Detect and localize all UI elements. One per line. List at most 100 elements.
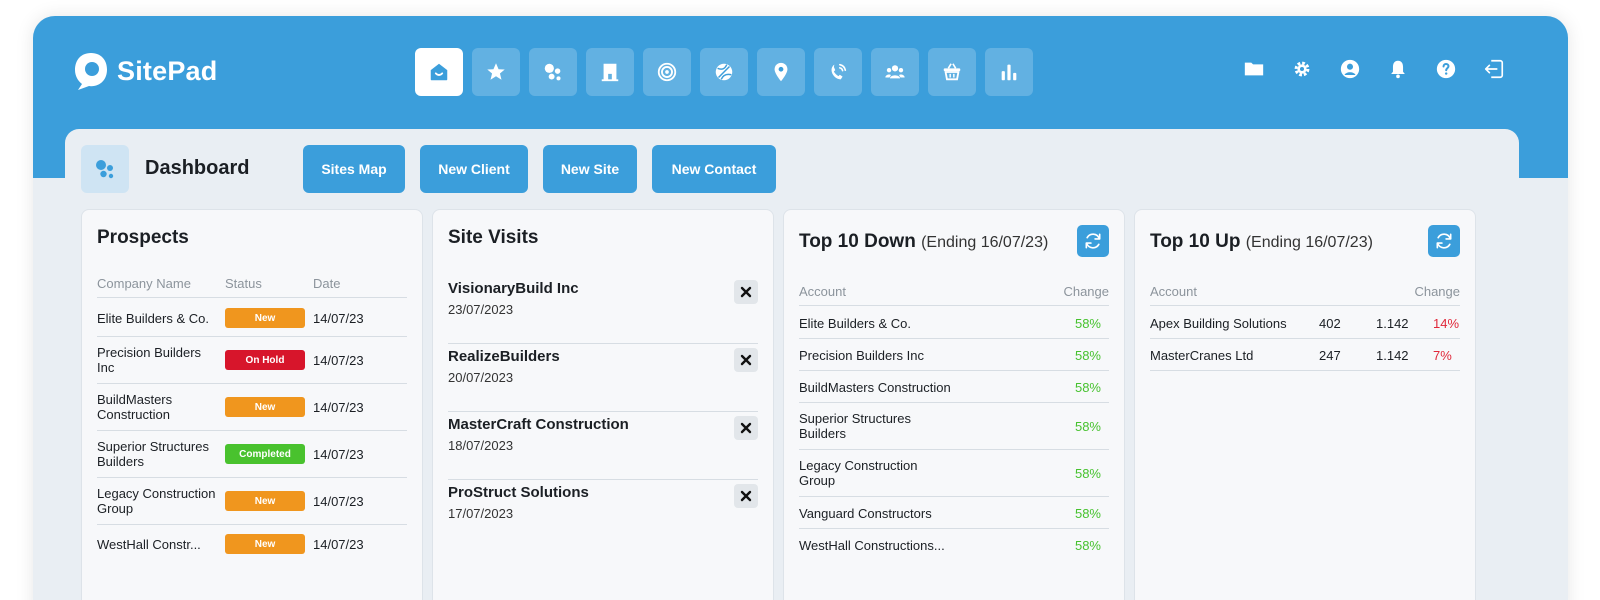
- change-value: 58%: [1074, 506, 1101, 521]
- table-row[interactable]: WestHall Constructions... 58%: [799, 529, 1109, 561]
- table-row[interactable]: Superior Structures Builders Completed 1…: [97, 431, 407, 478]
- dashboard-badge: [81, 145, 129, 193]
- star-icon: [487, 63, 505, 80]
- change-value: 58%: [1074, 538, 1101, 553]
- table-row[interactable]: Precision Builders Inc On Hold 14/07/23: [97, 337, 407, 384]
- files-button[interactable]: [1243, 58, 1265, 80]
- row-date: 14/07/23: [313, 400, 364, 415]
- nav-calls[interactable]: [814, 48, 862, 96]
- table-row[interactable]: Superior Structures Builders 58%: [799, 403, 1109, 450]
- table-row[interactable]: Legacy Construction Group New 14/07/23: [97, 478, 407, 525]
- visit-site-name: RealizeBuilders: [448, 348, 560, 365]
- refresh-button[interactable]: [1428, 225, 1460, 257]
- remove-visit-button[interactable]: [734, 484, 758, 508]
- remove-visit-button[interactable]: [734, 416, 758, 440]
- table-row[interactable]: Legacy Construction Group 58%: [799, 450, 1109, 497]
- nav-buildings[interactable]: [586, 48, 634, 96]
- change-value: 58%: [1074, 348, 1101, 363]
- account-name: BuildMasters Construction: [799, 380, 951, 395]
- top-up-header: Account Change: [1150, 284, 1460, 306]
- list-item[interactable]: MasterCraft Construction 18/07/2023: [448, 412, 758, 480]
- app-name: SitePad: [117, 55, 218, 86]
- building-icon: [601, 63, 619, 82]
- dashboard-icon: [96, 160, 114, 179]
- change-value: 58%: [1074, 316, 1101, 331]
- refresh-button[interactable]: [1077, 225, 1109, 257]
- map-pin-icon: [774, 62, 788, 82]
- site-visits-title: Site Visits: [448, 227, 539, 248]
- account-name: Precision Builders Inc: [799, 348, 924, 363]
- page-title: Dashboard: [145, 157, 250, 179]
- account-name: WestHall Constructions...: [799, 538, 945, 553]
- app-window: SitePad Dashboard Sites Map New Client N…: [33, 16, 1568, 600]
- table-row[interactable]: Elite Builders & Co. 58%: [799, 307, 1109, 339]
- logout-button[interactable]: [1483, 58, 1505, 80]
- status-badge: New: [225, 534, 305, 554]
- table-row[interactable]: Vanguard Constructors 58%: [799, 497, 1109, 529]
- help-button[interactable]: [1435, 58, 1457, 80]
- home-icon: [430, 63, 448, 81]
- company-name: Elite Builders & Co.: [97, 311, 209, 326]
- change-value: 14%: [1433, 316, 1460, 331]
- prospects-card: Prospects Company Name Status Date Elite…: [81, 209, 423, 600]
- list-item[interactable]: RealizeBuilders 20/07/2023: [448, 344, 758, 412]
- logo[interactable]: SitePad: [73, 51, 217, 91]
- notifications-button[interactable]: [1387, 58, 1409, 80]
- close-icon: [740, 422, 752, 434]
- new-site-button[interactable]: New Site: [543, 145, 637, 193]
- row-value-2: 1.142: [1376, 348, 1409, 363]
- sitepad-logo-icon: [75, 53, 107, 90]
- new-client-button[interactable]: New Client: [420, 145, 528, 193]
- column-company: Company Name: [97, 276, 191, 291]
- table-row[interactable]: Elite Builders & Co. New 14/07/23: [97, 299, 407, 337]
- table-row[interactable]: WestHall Constr... New 14/07/23: [97, 525, 407, 563]
- basket-icon: [943, 63, 961, 81]
- nav-reports[interactable]: [985, 48, 1033, 96]
- nav-locations[interactable]: [757, 48, 805, 96]
- table-row[interactable]: BuildMasters Construction New 14/07/23: [97, 384, 407, 431]
- column-change: Change: [1063, 284, 1109, 299]
- column-account: Account: [799, 284, 846, 299]
- settings-button[interactable]: [1291, 58, 1313, 80]
- nav-dashboard[interactable]: [529, 48, 577, 96]
- top-down-card: Top 10 Down (Ending 16/07/23) Account Ch…: [783, 209, 1125, 600]
- row-date: 14/07/23: [313, 447, 364, 462]
- table-row[interactable]: Precision Builders Inc 58%: [799, 339, 1109, 371]
- main-nav: [415, 48, 1033, 96]
- refresh-icon: [1436, 233, 1452, 249]
- list-item[interactable]: VisionaryBuild Inc 23/07/2023: [448, 276, 758, 344]
- refresh-icon: [1085, 233, 1101, 249]
- remove-visit-button[interactable]: [734, 280, 758, 304]
- top-down-header: Account Change: [799, 284, 1109, 306]
- new-contact-button[interactable]: New Contact: [652, 145, 776, 193]
- remove-visit-button[interactable]: [734, 348, 758, 372]
- row-date: 14/07/23: [313, 311, 364, 326]
- row-value-1: 402: [1319, 316, 1341, 331]
- nav-contacts[interactable]: [871, 48, 919, 96]
- nav-sports[interactable]: [700, 48, 748, 96]
- company-name: BuildMasters Construction: [97, 392, 173, 422]
- close-icon: [740, 354, 752, 366]
- top-down-title: Top 10 Down: [799, 231, 916, 252]
- table-row[interactable]: MasterCranes Ltd 247 1.142 7%: [1150, 339, 1460, 371]
- top-up-card: Top 10 Up (Ending 16/07/23) Account Chan…: [1134, 209, 1476, 600]
- dashboard-icon: [544, 63, 561, 81]
- prospects-header: Company Name Status Date: [97, 276, 407, 298]
- nav-home[interactable]: [415, 48, 463, 96]
- site-visits-card: Site Visits VisionaryBuild Inc 23/07/202…: [432, 209, 774, 600]
- row-value-1: 247: [1319, 348, 1341, 363]
- status-badge: New: [225, 397, 305, 417]
- nav-favourites[interactable]: [472, 48, 520, 96]
- account-button[interactable]: [1339, 58, 1361, 80]
- gear-icon: [1294, 61, 1310, 77]
- nav-shop[interactable]: [928, 48, 976, 96]
- sites-map-button[interactable]: Sites Map: [303, 145, 405, 193]
- table-row[interactable]: Apex Building Solutions 402 1.142 14%: [1150, 307, 1460, 339]
- list-item[interactable]: ProStruct Solutions 17/07/2023: [448, 480, 758, 548]
- target-icon: [657, 62, 677, 82]
- row-value-2: 1.142: [1376, 316, 1409, 331]
- visit-site-name: VisionaryBuild Inc: [448, 280, 579, 297]
- nav-targets[interactable]: [643, 48, 691, 96]
- phone-icon: [831, 63, 847, 80]
- table-row[interactable]: BuildMasters Construction 58%: [799, 371, 1109, 403]
